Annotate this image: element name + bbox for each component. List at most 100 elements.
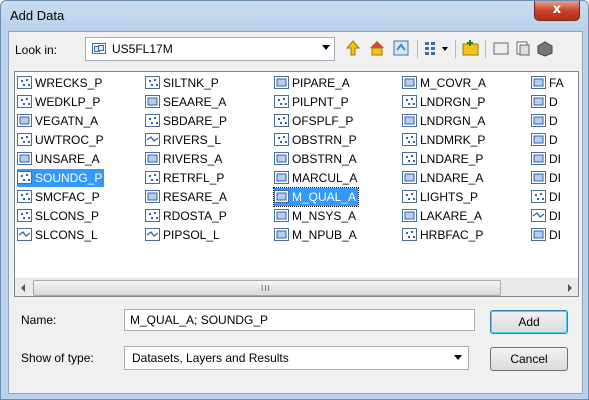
list-item[interactable]: SMCFAC_P bbox=[17, 188, 102, 206]
list-item[interactable]: M_COVR_A bbox=[402, 74, 488, 92]
list-item[interactable]: PIPARE_A bbox=[274, 74, 352, 92]
polygon-feature-class-icon bbox=[402, 76, 417, 89]
list-item[interactable]: UWTROC_P bbox=[17, 131, 106, 149]
polygon-feature-class-icon bbox=[402, 171, 417, 184]
title-bar[interactable]: Add Data x bbox=[1, 1, 588, 31]
list-item[interactable]: DI bbox=[531, 226, 563, 244]
list-item[interactable]: OFSPLF_P bbox=[274, 112, 355, 130]
list-item-label: OBSTRN_P bbox=[292, 133, 357, 147]
scrollbar-thumb[interactable]: III bbox=[33, 280, 501, 296]
database-folder-icon bbox=[92, 43, 106, 54]
list-item[interactable]: LAKARE_A bbox=[402, 207, 484, 225]
list-item[interactable]: VEGATN_A bbox=[17, 112, 100, 130]
chevron-down-icon bbox=[322, 45, 330, 50]
list-item-label: RESARE_A bbox=[163, 190, 228, 204]
list-item[interactable]: DI bbox=[531, 188, 563, 206]
list-item[interactable]: RIVERS_L bbox=[145, 131, 223, 149]
point-feature-class-icon bbox=[402, 133, 417, 146]
list-item[interactable]: SLCONS_P bbox=[17, 207, 101, 225]
list-item[interactable]: LNDRGN_A bbox=[402, 112, 487, 130]
list-item[interactable]: OBSTRN_A bbox=[274, 150, 359, 168]
point-feature-class-icon bbox=[17, 190, 32, 203]
list-item-label: SLCONS_P bbox=[35, 209, 100, 223]
point-feature-class-icon bbox=[274, 114, 289, 127]
up-one-level-icon[interactable] bbox=[343, 38, 363, 58]
home-icon[interactable] bbox=[367, 38, 387, 58]
list-item[interactable]: DI bbox=[531, 150, 563, 168]
list-item[interactable]: SILTNK_P bbox=[145, 74, 221, 92]
list-item[interactable]: HRBFAC_P bbox=[402, 226, 485, 244]
list-item[interactable]: M_QUAL_A bbox=[272, 187, 360, 207]
list-item[interactable]: RESARE_A bbox=[145, 188, 229, 206]
list-item-label: UWTROC_P bbox=[35, 133, 104, 147]
list-item[interactable]: LIGHTS_P bbox=[402, 188, 480, 206]
list-item[interactable]: WEDKLP_P bbox=[17, 93, 102, 111]
list-item[interactable]: SLCONS_L bbox=[17, 226, 100, 244]
list-item[interactable]: LNDARE_A bbox=[402, 169, 485, 187]
list-item-label: M_NSYS_A bbox=[292, 209, 357, 223]
point-feature-class-icon bbox=[145, 114, 160, 127]
list-item[interactable]: PIPSOL_L bbox=[145, 226, 222, 244]
show-of-type-value: Datasets, Layers and Results bbox=[132, 351, 289, 365]
connect-folder-icon[interactable] bbox=[461, 38, 481, 58]
name-field[interactable]: M_QUAL_A; SOUNDG_P bbox=[124, 309, 475, 331]
list-item[interactable]: OBSTRN_P bbox=[274, 131, 359, 149]
toc-icon[interactable] bbox=[391, 38, 411, 58]
polygon-feature-class-icon bbox=[145, 190, 160, 203]
list-item[interactable]: LNDARE_P bbox=[402, 150, 485, 168]
list-item-label: SOUNDG_P bbox=[35, 171, 103, 185]
point-feature-class-icon bbox=[402, 95, 417, 108]
scroll-right-button[interactable] bbox=[561, 279, 578, 296]
polygon-feature-class-icon bbox=[531, 152, 546, 165]
list-item[interactable]: M_NSYS_A bbox=[274, 207, 358, 225]
close-button[interactable]: x bbox=[534, 1, 580, 21]
add-button[interactable]: Add bbox=[490, 310, 568, 334]
list-item[interactable]: LNDMRK_P bbox=[402, 131, 487, 149]
view-list-icon[interactable] bbox=[423, 38, 451, 58]
list-item-label: LNDARE_P bbox=[420, 152, 484, 166]
list-item[interactable]: MARCUL_A bbox=[274, 169, 359, 187]
list-item-label: PIPSOL_L bbox=[163, 228, 220, 242]
point-feature-class-icon bbox=[274, 95, 289, 108]
toolbox-icon[interactable] bbox=[535, 38, 555, 58]
line-feature-class-icon bbox=[531, 209, 546, 222]
new-folder-icon[interactable] bbox=[491, 38, 511, 58]
list-item[interactable]: RDOSTA_P bbox=[145, 207, 229, 225]
look-in-dropdown[interactable]: US5FL17M bbox=[85, 37, 335, 61]
list-item[interactable]: DI bbox=[531, 207, 563, 225]
chevron-down-icon bbox=[454, 355, 462, 360]
list-item-label: RDOSTA_P bbox=[163, 209, 227, 223]
horizontal-scrollbar[interactable]: III bbox=[15, 278, 578, 296]
point-feature-class-icon bbox=[145, 76, 160, 89]
catalog-icon[interactable] bbox=[513, 38, 533, 58]
show-of-type-dropdown[interactable]: Datasets, Layers and Results bbox=[124, 346, 469, 370]
list-item-label: DI bbox=[549, 209, 561, 223]
list-item-label: M_NPUB_A bbox=[292, 228, 357, 242]
polygon-feature-class-icon bbox=[274, 190, 289, 203]
cancel-button[interactable]: Cancel bbox=[490, 347, 568, 371]
list-item[interactable]: FA bbox=[531, 74, 566, 92]
list-item[interactable]: M_NPUB_A bbox=[274, 226, 359, 244]
show-of-type-label: Show of type: bbox=[21, 351, 94, 365]
list-item[interactable]: PILPNT_P bbox=[274, 93, 351, 111]
list-item[interactable]: UNSARE_A bbox=[17, 150, 102, 168]
list-item-label: SBDARE_P bbox=[163, 114, 228, 128]
list-item[interactable]: D bbox=[531, 112, 560, 130]
list-item[interactable]: RETRFL_P bbox=[145, 169, 226, 187]
list-item[interactable]: WRECKS_P bbox=[17, 74, 104, 92]
list-item[interactable]: LNDRGN_P bbox=[402, 93, 487, 111]
list-item[interactable]: SBDARE_P bbox=[145, 112, 229, 130]
list-item[interactable]: D bbox=[531, 93, 560, 111]
list-item[interactable]: DI bbox=[531, 169, 563, 187]
point-feature-class-icon bbox=[17, 76, 32, 89]
look-in-label: Look in: bbox=[15, 43, 58, 57]
file-list[interactable]: FA D D D DI DI DI DI DI M_COVR_A LNDRGN_P LNDRGN_A L… bbox=[14, 71, 579, 297]
list-item[interactable]: D bbox=[531, 131, 560, 149]
list-item-label: PIPARE_A bbox=[292, 76, 350, 90]
scroll-left-button[interactable] bbox=[15, 279, 32, 296]
arrow-left-icon bbox=[21, 284, 25, 292]
list-item[interactable]: SOUNDG_P bbox=[17, 169, 105, 187]
close-icon: x bbox=[552, 2, 562, 17]
list-item[interactable]: SEAARE_A bbox=[145, 93, 228, 111]
list-item[interactable]: RIVERS_A bbox=[145, 150, 224, 168]
